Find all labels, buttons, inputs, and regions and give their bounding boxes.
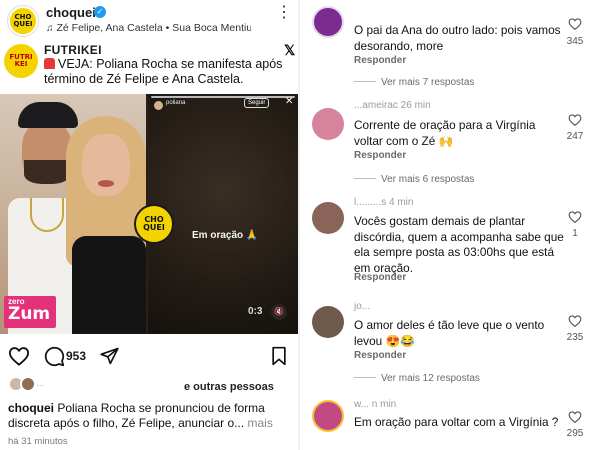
verified-icon: ✓: [94, 6, 106, 18]
close-icon: ✕: [285, 96, 294, 107]
comment-avatar[interactable]: [312, 306, 344, 338]
comment-username[interactable]: w... n min: [354, 399, 396, 410]
news-source-name: FUTRIKEI: [44, 43, 102, 57]
reply-button[interactable]: Responder: [354, 272, 406, 283]
comment-like-count: 295: [566, 428, 584, 439]
view-more-label: Ver mais 7 respostas: [381, 77, 475, 88]
post-timestamp: há 31 minutos: [8, 436, 68, 447]
comment-username[interactable]: ...ameirac 26 min: [354, 100, 431, 111]
post-image[interactable]: zero Zum poliana Seguir ✕ Em oração 🙏 0:…: [0, 94, 298, 334]
music-note-icon: ♫: [46, 23, 54, 34]
view-more-label: Ver mais 12 respostas: [381, 373, 480, 384]
more-vert-icon[interactable]: ⋮: [276, 5, 292, 21]
view-more-label: Ver mais 6 respostas: [381, 174, 475, 185]
author-avatar-text: CHO QUEI: [13, 13, 33, 28]
author-username[interactable]: choquei: [46, 5, 96, 20]
comment-like-count: 345: [566, 36, 584, 47]
heart-icon[interactable]: [568, 113, 582, 127]
story-username: poliana: [166, 100, 186, 106]
caption-username[interactable]: choquei: [8, 401, 54, 415]
comment-like-count: 235: [566, 332, 584, 343]
comment-username[interactable]: jo...: [354, 301, 370, 312]
view-more-replies[interactable]: Ver mais 7 respostas: [354, 77, 584, 88]
view-more-replies[interactable]: Ver mais 6 respostas: [354, 174, 584, 185]
post-panel: CHO QUEI choquei ✓ ♫ Zé Felipe, Ana Caste…: [0, 0, 298, 450]
liked-by-text: e outras pessoas: [184, 381, 274, 393]
music-info[interactable]: ♫ Zé Felipe, Ana Castela • Sua Boca Menti…: [46, 22, 251, 34]
story-progress-bar: [151, 96, 295, 98]
story-timer: 0:3: [248, 306, 263, 317]
choquei-watermark-text: CHO QUEI: [143, 215, 165, 232]
view-more-replies[interactable]: Ver mais 12 respostas: [354, 373, 584, 384]
reply-button[interactable]: Responder: [354, 350, 406, 361]
mute-icon[interactable]: 🔇: [271, 304, 287, 320]
heart-icon[interactable]: [568, 410, 582, 424]
liked-by-avatars: [8, 376, 88, 392]
comment-text: Corrente de oração para a Virgínia volta…: [354, 118, 536, 148]
siren-icon: [44, 58, 55, 69]
comment-count: 953: [66, 349, 87, 363]
post-header: CHO QUEI choquei ✓ ♫ Zé Felipe, Ana Caste…: [0, 0, 298, 40]
caption-more-link[interactable]: mais: [247, 416, 272, 430]
story-avatar: [154, 101, 163, 110]
comment-like-count: 247: [566, 131, 584, 142]
story-caption: Em oração 🙏: [192, 230, 259, 241]
news-source-logo: FUTRI KEI: [4, 44, 38, 78]
comment-avatar[interactable]: [312, 202, 344, 234]
couple-photo: zero Zum: [0, 94, 146, 334]
comment-text: O pai da Ana do outro lado: pois vamos d…: [354, 23, 561, 53]
news-logo-text: FUTRI KEI: [9, 53, 33, 68]
choquei-watermark: CHO QUEI: [134, 204, 174, 244]
post-caption: choquei Poliana Rocha se pronunciou de f…: [8, 401, 292, 431]
reply-button[interactable]: Responder: [354, 55, 406, 66]
news-headline-text: VEJA: Poliana Rocha se manifesta após té…: [44, 57, 283, 86]
comment-avatar[interactable]: [312, 108, 344, 140]
reply-button[interactable]: Responder: [354, 150, 406, 161]
zero-badge-main: Zum: [8, 304, 51, 324]
zero-badge: zero Zum: [4, 296, 56, 328]
liked-by-faded: ...: [36, 378, 45, 389]
heart-icon[interactable]: [8, 346, 30, 366]
music-label: Zé Felipe, Ana Castela • Sua Boca Mentiu: [56, 22, 252, 34]
comment-icon[interactable]: [44, 346, 65, 367]
comment-username[interactable]: l.........s 4 min: [354, 197, 413, 208]
comment-like-count: 1: [572, 228, 578, 239]
news-headline: VEJA: Poliana Rocha se manifesta após té…: [44, 57, 294, 87]
comment-text: Vocês gostam demais de plantar discórdia…: [354, 214, 564, 275]
post-actions: 953: [0, 334, 298, 374]
share-icon[interactable]: [99, 346, 120, 366]
heart-icon[interactable]: [568, 210, 582, 224]
save-icon[interactable]: [270, 346, 288, 366]
liked-by[interactable]: ... e outras pessoas: [0, 374, 298, 396]
author-avatar[interactable]: CHO QUEI: [8, 6, 38, 36]
heart-icon[interactable]: [568, 17, 582, 31]
comment-avatar[interactable]: [312, 400, 344, 432]
comments-panel: O pai da Ana do outro lado: pois vamos d…: [300, 0, 600, 450]
news-card: FUTRI KEI FUTRIKEI 𝕏 VEJA: Poliana Rocha…: [0, 40, 298, 94]
comment-avatar[interactable]: [312, 6, 344, 38]
heart-icon[interactable]: [568, 314, 582, 328]
comment-text: O amor deles é tão leve que o vento levo…: [354, 318, 545, 348]
story-follow-button: Seguir: [244, 98, 270, 108]
comment-text: Em oração para voltar com a Virgínia ?: [354, 415, 559, 429]
